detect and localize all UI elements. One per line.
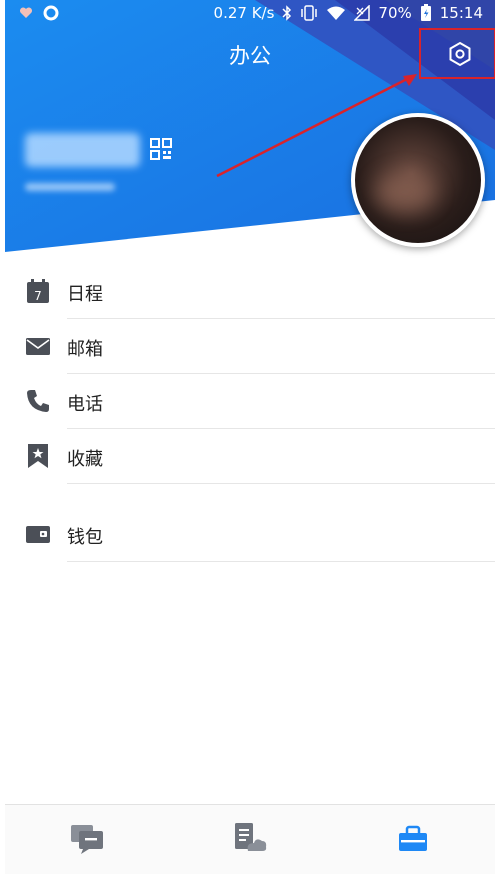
menu-item-phone[interactable]: 电话 <box>5 374 495 429</box>
menu-label-favorites: 收藏 <box>67 449 103 470</box>
menu-item-favorites[interactable]: 收藏 <box>5 429 495 484</box>
menu-label-wallet: 钱包 <box>67 527 103 548</box>
chat-icon[interactable] <box>69 821 105 855</box>
phone-icon <box>27 390 49 412</box>
bottom-tab-bar <box>5 804 495 874</box>
calendar-icon: 7 <box>27 279 49 303</box>
work-icon[interactable] <box>395 821 431 855</box>
cloud-doc-icon[interactable] <box>232 821 268 855</box>
drawer-screen: 0.27 K/s 70% 15:14 办公 7 日程 邮箱 电话 收藏 钱包 <box>5 0 495 874</box>
menu-item-wallet[interactable]: 钱包 <box>5 507 495 562</box>
wallet-icon <box>26 526 50 543</box>
mail-icon <box>26 338 50 355</box>
menu-label-calendar: 日程 <box>67 284 103 305</box>
menu-item-calendar[interactable]: 7 日程 <box>5 264 495 319</box>
calendar-day-number: 7 <box>34 289 42 303</box>
bookmark-star-icon <box>28 444 48 468</box>
menu-item-mail[interactable]: 邮箱 <box>5 319 495 374</box>
annotation-arrow <box>216 74 417 178</box>
menu-label-mail: 邮箱 <box>67 339 103 360</box>
menu-label-phone: 电话 <box>67 394 103 415</box>
divider <box>67 561 495 562</box>
divider <box>67 483 495 484</box>
